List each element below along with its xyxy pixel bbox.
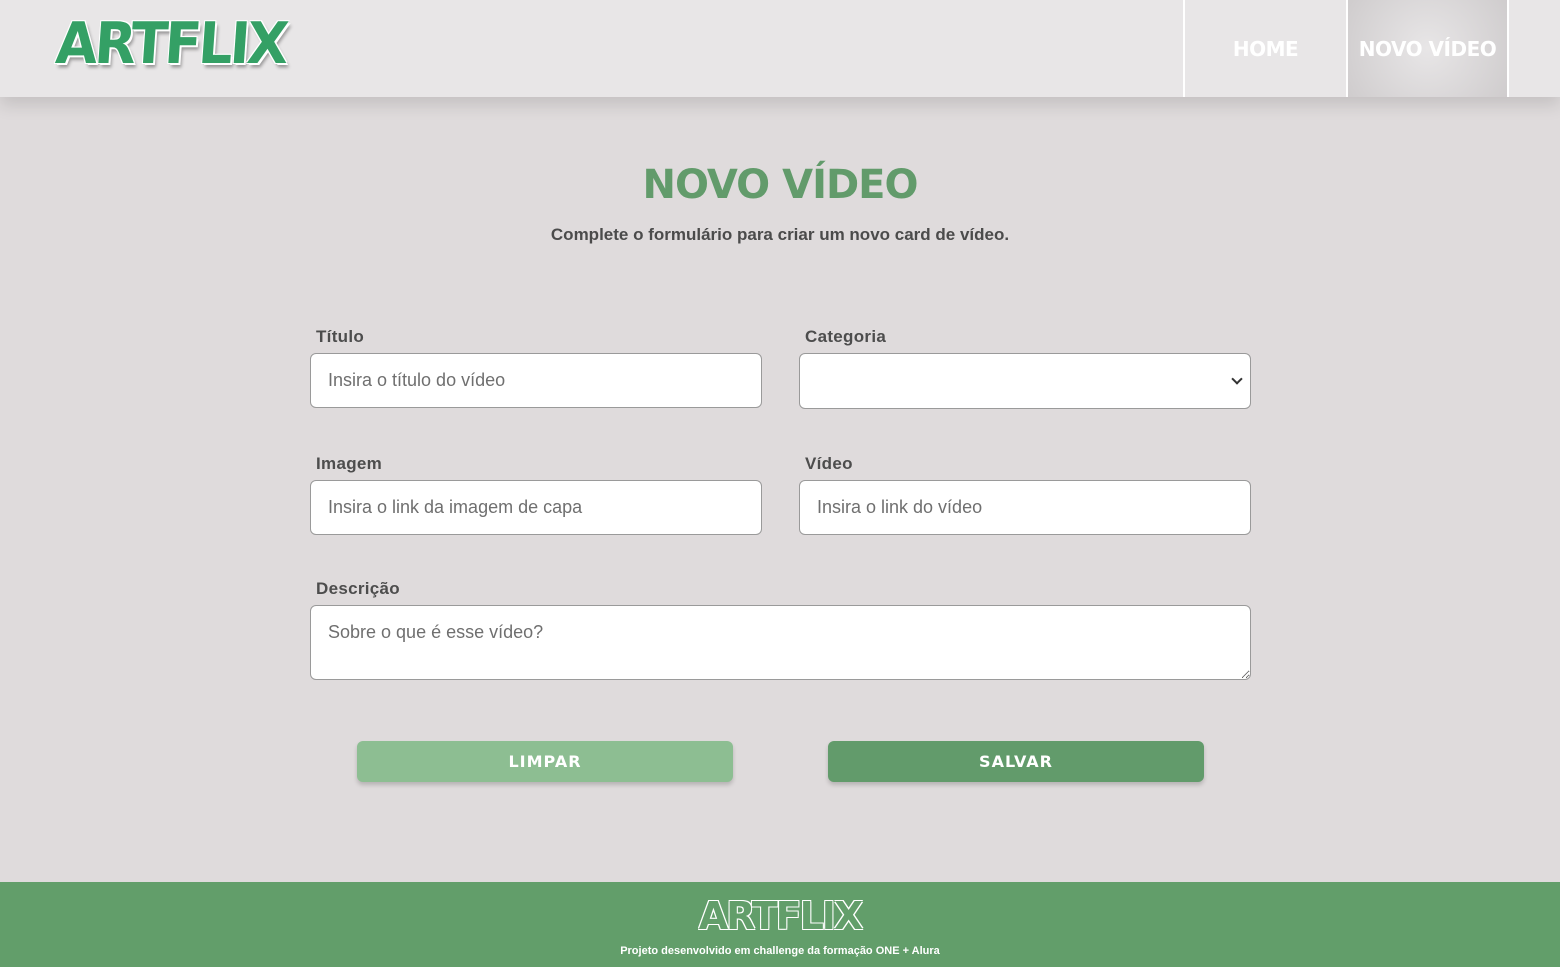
- categoria-select[interactable]: [799, 353, 1251, 409]
- site-footer: ARTFLIX Projeto desenvolvido em challeng…: [0, 882, 1560, 967]
- imagem-input[interactable]: [310, 480, 762, 535]
- limpar-button[interactable]: LIMPAR: [357, 741, 733, 782]
- nav-novo-video[interactable]: NOVO VÍDEO: [1346, 0, 1509, 97]
- categoria-label: Categoria: [805, 327, 887, 346]
- footer-credits: Projeto desenvolvido em challenge da for…: [620, 945, 940, 957]
- descricao-label: Descrição: [316, 579, 400, 598]
- page-title: NOVO VÍDEO: [642, 162, 919, 208]
- main-nav: HOME NOVO VÍDEO: [1183, 0, 1509, 97]
- titulo-label: Título: [316, 327, 365, 346]
- footer-logo: ARTFLIX: [698, 894, 864, 938]
- imagem-label: Imagem: [316, 454, 383, 473]
- descricao-textarea[interactable]: [310, 605, 1251, 680]
- video-input[interactable]: [799, 480, 1251, 535]
- page-subtitle: Complete o formulário para criar um novo…: [550, 225, 1010, 244]
- titulo-input[interactable]: [310, 353, 762, 408]
- nav-home[interactable]: HOME: [1183, 0, 1346, 97]
- video-label: Vídeo: [805, 454, 853, 473]
- site-header: ARTFLIX HOME NOVO VÍDEO: [0, 0, 1560, 97]
- salvar-button[interactable]: SALVAR: [828, 741, 1204, 782]
- artflix-logo[interactable]: ARTFLIX: [54, 10, 288, 77]
